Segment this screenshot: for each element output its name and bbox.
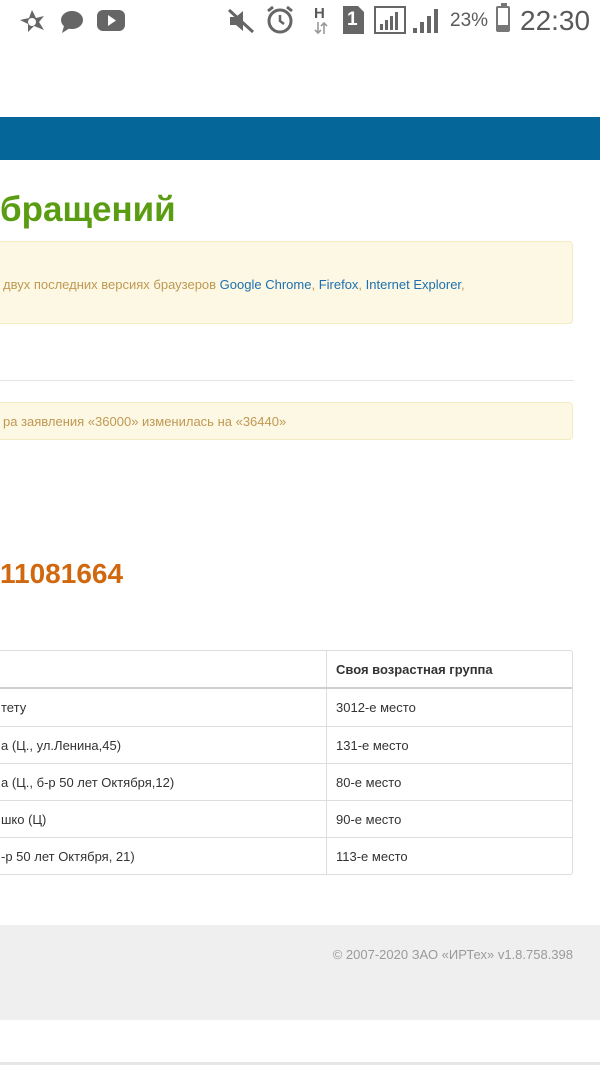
application-number: 11081664: [0, 558, 124, 589]
screen: H 1 23% 22:30 бращений двух последних ве…: [0, 0, 600, 1065]
table-row: а (Ц., б-р 50 лет Октября,12) 80-е место: [0, 763, 572, 800]
table-cell-institution: шко (Ц): [1, 811, 47, 827]
copyright-text: © 2007-2020 ЗАО «ИРТех» v1.8.758.398: [332, 947, 573, 962]
queue-position-table: Своя возрастная группа тету 3012-е место…: [0, 650, 573, 875]
firefox-link[interactable]: Firefox: [319, 277, 359, 292]
sim-1-icon: 1: [341, 6, 365, 39]
table-cell-position: 131-е место: [326, 727, 574, 763]
chat-bubble-icon: [60, 10, 84, 39]
browser-support-notice: двух последних версиях браузеров Google …: [0, 241, 573, 324]
table-cell-institution: -р 50 лет Октября, 21): [1, 848, 135, 864]
price-change-text: ра заявления «36000» изменилась на «3644…: [3, 414, 287, 429]
divider: [0, 380, 574, 381]
top-nav-bar: [0, 117, 600, 160]
signal-bars-icon: [411, 6, 441, 39]
battery-icon: [496, 3, 510, 32]
table-cell-position: 3012-е место: [326, 689, 574, 726]
browser-notice-text: двух последних версиях браузеров Google …: [3, 277, 465, 292]
youtube-icon: [97, 10, 125, 37]
clock-time: 22:30: [520, 5, 591, 36]
table-header-institution: [0, 651, 326, 687]
alarm-clock-icon: [265, 5, 295, 40]
table-header-age-group: Своя возрастная группа: [326, 651, 574, 687]
battery-fill: [498, 24, 508, 30]
muted-icon: [227, 8, 255, 39]
table-cell-institution: тету: [1, 700, 27, 715]
table-header-row: Своя возрастная группа: [0, 651, 572, 689]
table-cell-position: 80-е место: [326, 764, 574, 800]
price-change-notice: ра заявления «36000» изменилась на «3644…: [0, 402, 573, 440]
table-row: -р 50 лет Октября, 21) 113-е место: [0, 837, 572, 874]
signal-bars-icon: [374, 6, 406, 39]
page-title: бращений: [0, 190, 176, 229]
google-chrome-link[interactable]: Google Chrome: [220, 277, 312, 292]
table-cell-position: 113-е место: [326, 838, 574, 874]
table-cell-institution: а (Ц., б-р 50 лет Октября,12): [1, 774, 175, 790]
status-bar: H 1 23% 22:30: [0, 0, 600, 42]
table-cell-position: 90-е место: [326, 801, 574, 837]
avast-icon: [18, 8, 46, 39]
table-row: шко (Ц) 90-е место: [0, 800, 572, 837]
table-row: а (Ц., ул.Ленина,45) 131-е место: [0, 726, 572, 763]
battery-percent: 23%: [450, 10, 489, 31]
table-row: тету 3012-е место: [0, 689, 572, 726]
page-footer: © 2007-2020 ЗАО «ИРТех» v1.8.758.398: [0, 925, 600, 1020]
internet-explorer-link[interactable]: Internet Explorer: [366, 277, 461, 292]
table-cell-institution: а (Ц., ул.Ленина,45): [1, 737, 122, 753]
